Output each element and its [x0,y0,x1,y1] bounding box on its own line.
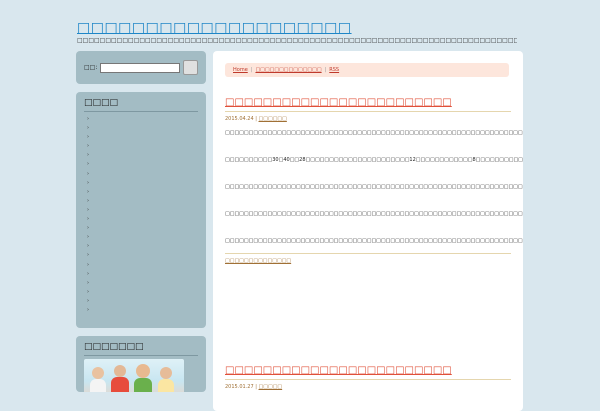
menu-item[interactable]: › [84,206,198,215]
post-paragraph: □□□□□□□□□□□□□□□□□□□□□□□□□□□□□□□□□□□□□□□□… [225,211,523,217]
post-paragraph: □□□□□□□□□□30□40□□28□□□□□□□□□□□□□□□□□□□□□… [225,157,523,163]
person-figure [90,379,106,392]
menu-item[interactable]: › [84,242,198,251]
breadcrumb-home[interactable]: Home [233,67,248,73]
menu-item[interactable]: › [84,306,198,315]
person-figure [111,377,129,392]
menu-item[interactable]: › [84,124,198,133]
menu-item[interactable]: › [84,270,198,279]
post-meta: 2015.01.27 | □□□□□ [225,384,511,390]
post-title[interactable]: □□□□□□□□□□□□□□□□□□□□□□□□ [225,365,511,380]
blog-post: □□□□□□□□□□□□□□□□□□□□□□□□ 2015.01.27 | □□… [225,365,511,390]
menu-item[interactable]: › [84,160,198,169]
menu-item[interactable]: › [84,151,198,160]
menu-item[interactable]: › [84,188,198,197]
blog-post: □□□□□□□□□□□□□□□□□□□□□□□□ 2015.04.24 | □□… [225,97,523,264]
menu-list: › › › › › › › › › › › › › › › › › › › › … [84,115,198,315]
breadcrumb-category[interactable]: □□□□□□□□□□□□□□ [255,67,321,73]
menu-widget: □□□□ › › › › › › › › › › › › › › › › › ›… [76,92,206,328]
menu-item[interactable]: › [84,215,198,224]
site-title[interactable]: □□□□□□□□□□□□□□□□□□□□ [77,20,352,36]
menu-item[interactable]: › [84,224,198,233]
people-photo[interactable] [84,359,184,392]
photo-widget-title: □□□□□□□ [84,342,198,356]
meta-separator: | [255,384,257,390]
post-date: 2015.01.27 [225,384,254,390]
person-figure [92,367,104,379]
menu-widget-title: □□□□ [84,98,198,112]
menu-item[interactable]: › [84,133,198,142]
menu-item[interactable]: › [84,279,198,288]
post-paragraph: □□□□□□□□□□□□□□□□□□□□□□□□□□□□□□□□□□□□□□□□… [225,238,523,244]
post-category[interactable]: □□□□□□ [259,116,287,122]
main-content: Home | □□□□□□□□□□□□□□ | RSS □□□□□□□□□□□□… [213,51,523,411]
menu-item[interactable]: › [84,142,198,151]
person-figure [158,379,174,392]
menu-item[interactable]: › [84,251,198,260]
person-figure [160,367,172,379]
read-more-link[interactable]: □□□□□□□□□□□□□□ [225,253,511,264]
site-description: □□□□□□□□□□□□□□□□□□□□□□□□□□□□□□□□□□□□□□□□… [77,37,517,44]
breadcrumb-separator: | [324,67,327,73]
sidebar: □□: □□□□ › › › › › › › › › › › › › › › ›… [76,51,206,400]
post-title[interactable]: □□□□□□□□□□□□□□□□□□□□□□□□ [225,97,511,112]
menu-item[interactable]: › [84,179,198,188]
post-category[interactable]: □□□□□ [259,384,283,390]
meta-separator: | [255,116,257,122]
menu-item[interactable]: › [84,288,198,297]
menu-item[interactable]: › [84,261,198,270]
search-input[interactable] [100,62,181,73]
breadcrumb-separator: | [250,67,253,73]
search-button[interactable] [183,60,198,75]
person-figure [114,365,126,377]
person-figure [134,378,152,392]
menu-item[interactable]: › [84,197,198,206]
menu-item[interactable]: › [84,115,198,124]
breadcrumb: Home | □□□□□□□□□□□□□□ | RSS [225,63,509,77]
post-meta: 2015.04.24 | □□□□□□ [225,116,511,122]
breadcrumb-rss[interactable]: RSS [329,67,339,73]
menu-item[interactable]: › [84,297,198,306]
post-paragraph: □□□□□□□□□□□□□□□□□□□□□□□□□□□□□□□□□□□□□□□□… [225,130,523,136]
post-date: 2015.04.24 [225,116,254,122]
post-paragraph: □□□□□□□□□□□□□□□□□□□□□□□□□□□□□□□□□□□□□□□□… [225,184,523,190]
menu-item[interactable]: › [84,170,198,179]
photo-widget: □□□□□□□ [76,336,206,392]
person-figure [136,364,150,378]
search-label: □□: [84,64,98,71]
search-widget: □□: [76,51,206,84]
menu-item[interactable]: › [84,233,198,242]
